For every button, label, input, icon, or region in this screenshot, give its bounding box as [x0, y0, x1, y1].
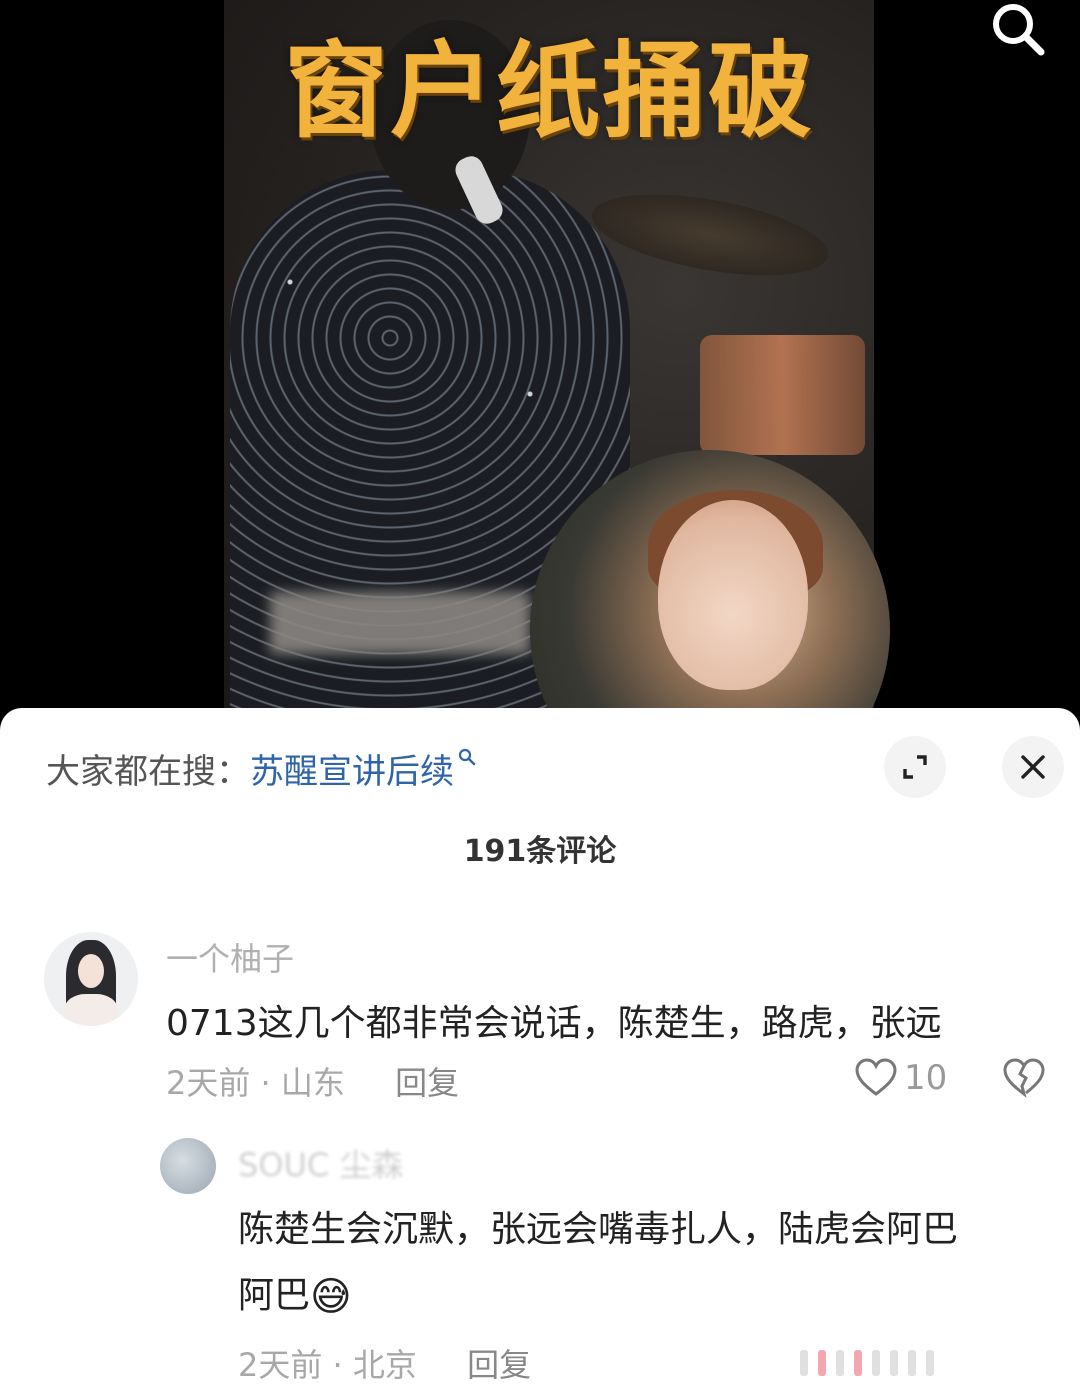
dislike-button[interactable]: [1002, 1058, 1046, 1102]
sweat-smile-emoji: 😅: [310, 1274, 352, 1320]
reply-text-line2-text: 阿巴: [238, 1275, 311, 1316]
reply-text-line1: 陈楚生会沉默，张远会嘴毒扎人，陆虎会阿巴: [238, 1209, 959, 1250]
comment-location: 山东: [280, 1064, 345, 1102]
comment-text: 0713这几个都非常会说话，陈楚生，路虎，张远: [166, 1003, 942, 1044]
meta-separator: ·: [260, 1064, 281, 1102]
watermark-mark: [818, 1350, 826, 1376]
video-player[interactable]: 窗户纸捅破: [0, 0, 1080, 810]
close-button[interactable]: [1002, 736, 1064, 798]
watermark-mark: [926, 1350, 934, 1376]
hot-search-bar: 大家都在搜：苏醒宣讲后续: [46, 744, 476, 793]
broken-heart-icon: [1003, 1058, 1045, 1098]
watermark-mark: [800, 1350, 808, 1376]
like-count: 10: [904, 1058, 948, 1098]
comment-username[interactable]: 一个柚子: [166, 934, 294, 980]
reply-username[interactable]: SOUC 尘森: [238, 1140, 403, 1186]
avatar-face: [78, 954, 104, 988]
heart-icon: [855, 1058, 897, 1096]
drum-decoration: [700, 335, 865, 455]
blurred-caption: [270, 592, 530, 654]
comment-time: 2天前: [166, 1064, 251, 1102]
close-icon: [1021, 755, 1045, 779]
search-button[interactable]: [986, 0, 1048, 62]
reply-time: 2天前: [238, 1346, 323, 1384]
watermark-mark: [908, 1350, 916, 1376]
avatar[interactable]: [44, 932, 138, 1026]
pip-face: [658, 500, 808, 690]
reply-meta: 2天前 · 北京 回复: [238, 1340, 531, 1386]
blurred-watermark: [800, 1348, 1050, 1378]
comments-panel: 大家都在搜：苏醒宣讲后续 191条评论 一个柚子 0713这几个都非常会说话，陈…: [0, 708, 1080, 1388]
video-title-overlay: 窗户纸捅破: [284, 30, 815, 152]
watermark-mark: [854, 1350, 862, 1376]
watermark-mark: [836, 1350, 844, 1376]
watermark-mark: [890, 1350, 898, 1376]
search-icon[interactable]: [986, 0, 1048, 62]
reply-text-line2: 阿巴😅: [238, 1266, 352, 1320]
watermark-mark: [872, 1350, 880, 1376]
reply-button[interactable]: 回复: [467, 1346, 531, 1384]
expand-button[interactable]: [884, 736, 946, 798]
hot-search-term[interactable]: 苏醒宣讲后续: [250, 752, 454, 792]
avatar-body: [64, 994, 118, 1026]
hot-search-label: 大家都在搜：: [46, 752, 250, 792]
reply-button[interactable]: 回复: [395, 1064, 459, 1102]
expand-icon: [903, 755, 927, 779]
reply-location: 北京: [352, 1346, 417, 1384]
comment-count: 191条评论: [463, 834, 617, 869]
like-button[interactable]: 10: [854, 1058, 947, 1098]
search-icon[interactable]: [458, 748, 476, 766]
meta-separator: ·: [332, 1346, 353, 1384]
comment-meta: 2天前 · 山东 回复: [166, 1058, 459, 1104]
avatar[interactable]: [160, 1138, 216, 1194]
